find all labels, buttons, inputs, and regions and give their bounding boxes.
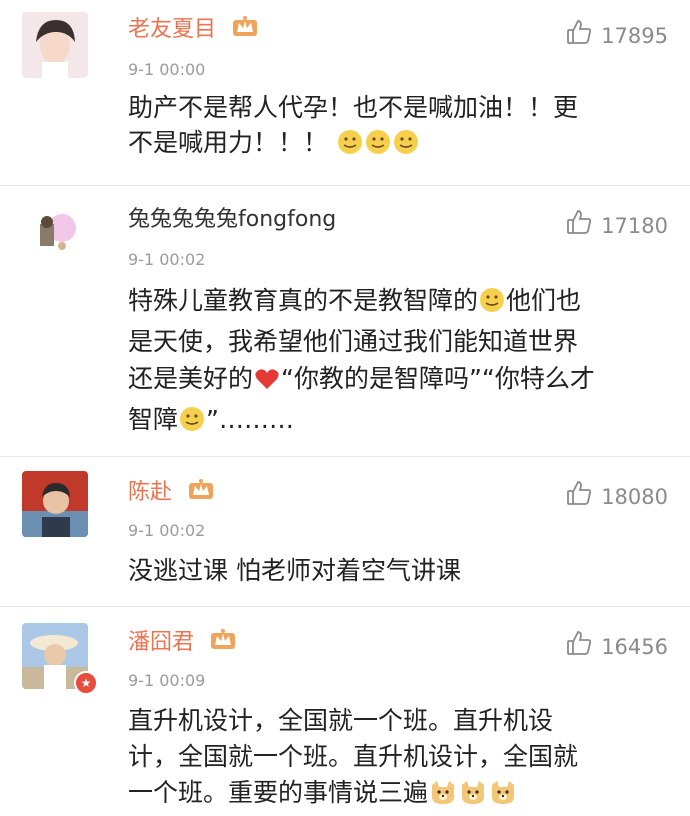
comment-text: 特殊儿童教育真的不是教智障的 他们也 是天使，我希望他们通过我们能知道世界 还是美… — [128, 282, 668, 442]
comment-line: 没逃过课 怕老师对着空气讲课 — [128, 556, 461, 585]
comment-line-text: ”……… — [206, 405, 294, 434]
comment-line-text: “你教的是智障吗”“你特么才 — [281, 364, 595, 393]
timestamp: 9-1 00:09 — [128, 671, 206, 690]
username[interactable]: 陈赴 — [128, 477, 215, 509]
smile-emoji — [179, 405, 205, 442]
like-count: 18080 — [601, 484, 668, 509]
avatar[interactable] — [22, 12, 88, 78]
vip-crown-icon — [231, 14, 259, 46]
username[interactable]: 兔兔兔兔兔fongfong — [128, 206, 336, 234]
comment-item: ★ 潘囧君 9-1 00:09 16456 直升机设计，全国就一个班。直升机设 … — [0, 607, 690, 816]
timestamp: 9-1 00:00 — [128, 60, 206, 79]
timestamp: 9-1 00:02 — [128, 250, 206, 269]
comment-line-text: 智障 — [128, 405, 179, 434]
comment-line-text: 特殊儿童教育真的不是教智障的 — [128, 286, 479, 315]
comment-line: 是天使，我希望他们通过我们能知道世界 — [128, 327, 579, 356]
smile-emoji — [337, 129, 363, 164]
comment-text: 没逃过课 怕老师对着空气讲课 — [128, 553, 668, 588]
comment-item: 老友夏目 9-1 00:00 17895 助产不是帮人代孕！也不是喊加油！！更 — [0, 0, 690, 185]
dog-emoji — [459, 779, 487, 815]
comment-line: 智障 ”……… — [128, 401, 668, 442]
vip-crown-icon — [209, 627, 237, 659]
username-text[interactable]: 陈赴 — [128, 480, 172, 505]
like-count: 17180 — [601, 213, 668, 238]
like-button[interactable]: 16456 — [565, 629, 668, 664]
smile-emoji — [393, 129, 419, 164]
username-text[interactable]: 老友夏目 — [128, 17, 216, 42]
comment-line: 还是美好的 “你教的是智障吗”“你特么才 — [128, 360, 668, 401]
avatar[interactable] — [22, 202, 88, 268]
username-text[interactable]: 兔兔兔兔兔fongfong — [128, 207, 336, 232]
comment-line: 一个班。重要的事情说三遍 — [128, 775, 668, 815]
comment-line-text: 他们也 — [506, 286, 582, 315]
vip-crown-icon — [187, 477, 215, 509]
like-count: 17895 — [601, 23, 668, 48]
smile-emoji — [479, 286, 505, 323]
comment-line-text: 一个班。重要的事情说三遍 — [128, 778, 429, 807]
like-count: 16456 — [601, 634, 668, 659]
thumbs-up-icon — [565, 629, 593, 664]
comment-item: 陈赴 9-1 00:02 18080 没逃过课 怕老师对着空气讲课 — [0, 457, 690, 606]
comment-line: 不是喊用力！！！ — [128, 125, 668, 164]
comment-text: 直升机设计，全国就一个班。直升机设 计，全国就一个班。直升机设计，全国就 一个班… — [128, 703, 668, 815]
avatar[interactable] — [22, 471, 88, 537]
comment-line-text: 不是喊用力！！！ — [128, 128, 329, 157]
like-button[interactable]: 18080 — [565, 479, 668, 514]
heart-emoji — [254, 364, 280, 401]
comment-line-text: 还是美好的 — [128, 364, 254, 393]
like-button[interactable]: 17895 — [565, 18, 668, 53]
verified-badge: ★ — [74, 671, 98, 695]
comment-line: 计，全国就一个班。直升机设计，全国就 — [128, 742, 579, 771]
thumbs-up-icon — [565, 479, 593, 514]
username[interactable]: 老友夏目 — [128, 14, 259, 46]
comment-text: 助产不是帮人代孕！也不是喊加油！！更 不是喊用力！！！ — [128, 90, 668, 164]
dog-emoji — [429, 779, 457, 815]
comment-line: 助产不是帮人代孕！也不是喊加油！！更 — [128, 93, 579, 122]
timestamp: 9-1 00:02 — [128, 521, 206, 540]
dog-emoji — [489, 779, 517, 815]
comment-line: 直升机设计，全国就一个班。直升机设 — [128, 706, 554, 735]
username-text[interactable]: 潘囧君 — [128, 630, 194, 655]
thumbs-up-icon — [565, 208, 593, 243]
thumbs-up-icon — [565, 18, 593, 53]
smile-emoji — [365, 129, 391, 164]
comment-item: 兔兔兔兔兔fongfong 9-1 00:02 17180 特殊儿童教育真的不是… — [0, 186, 690, 456]
comment-line: 特殊儿童教育真的不是教智障的 他们也 — [128, 282, 668, 323]
like-button[interactable]: 17180 — [565, 208, 668, 243]
comment-feed: 老友夏目 9-1 00:00 17895 助产不是帮人代孕！也不是喊加油！！更 — [0, 0, 690, 816]
username[interactable]: 潘囧君 — [128, 627, 237, 659]
